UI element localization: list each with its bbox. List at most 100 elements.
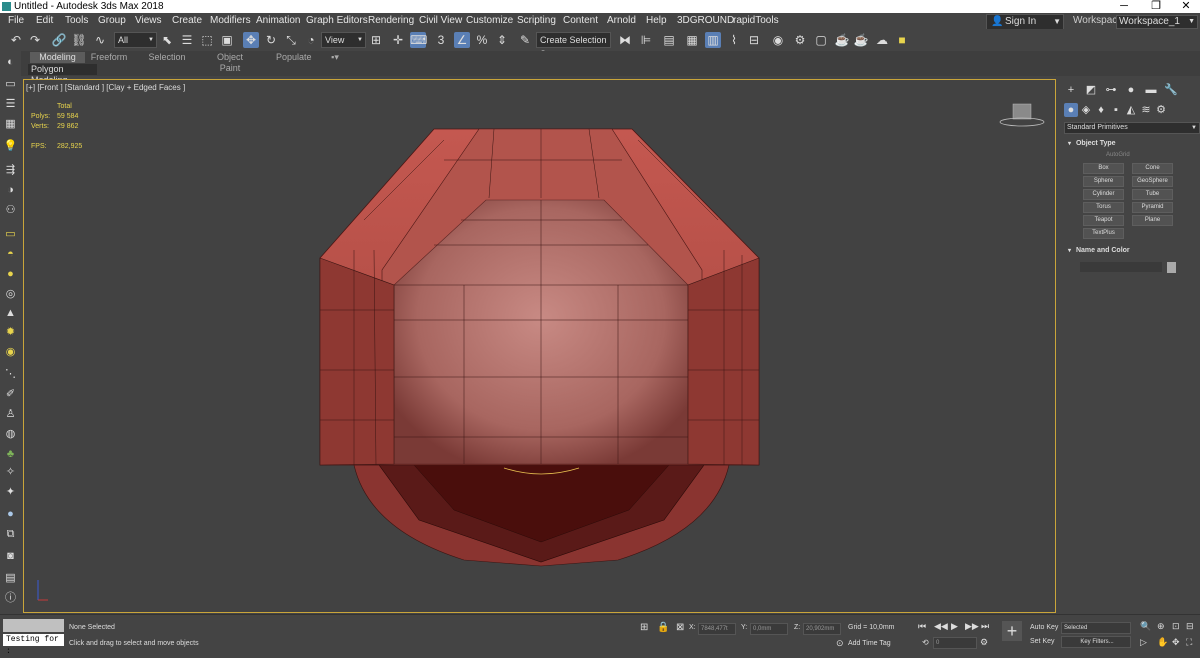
pyramid-button[interactable]: Pyramid	[1132, 202, 1173, 213]
textplus-button[interactable]: TextPlus	[1083, 228, 1124, 239]
ribbon-options-icon[interactable]: ▪▾	[325, 52, 345, 63]
goto-end-icon[interactable]: ⏭	[981, 621, 989, 632]
maxscript-listener-output[interactable]	[3, 619, 64, 632]
auto-key-button[interactable]: Auto Key	[1030, 624, 1058, 631]
menu-modifiers[interactable]: Modifiers	[210, 13, 251, 29]
key-mode-select[interactable]: Selected	[1061, 622, 1131, 634]
camera-icon[interactable]: ⇶	[3, 163, 18, 178]
menu-animation[interactable]: Animation	[256, 13, 300, 29]
viewport-canvas[interactable]	[24, 80, 1056, 613]
align-icon[interactable]: ⊫	[638, 32, 654, 48]
globe-icon[interactable]: ◍	[3, 427, 18, 442]
autogrid-checkbox[interactable]: AutoGrid	[1106, 152, 1130, 158]
minimize-button[interactable]: ─	[1112, 0, 1136, 13]
teapot-button[interactable]: Teapot	[1083, 215, 1124, 226]
select-by-name-icon[interactable]: ☰	[179, 32, 195, 48]
menu-civil-view[interactable]: Civil View	[419, 13, 462, 29]
render-setup-icon[interactable]: ⚙	[792, 32, 808, 48]
toggle-layer-explorer-icon[interactable]: ▦	[684, 32, 700, 48]
zoom-extents-icon[interactable]: ⊡	[1172, 621, 1180, 632]
edit-named-selection-icon[interactable]: ✎	[517, 32, 533, 48]
percent-snap-icon[interactable]: %	[474, 32, 490, 48]
create-tab-icon[interactable]: +	[1064, 83, 1078, 97]
helmet-model[interactable]	[319, 128, 760, 567]
cameras-icon[interactable]: ▪	[1109, 103, 1123, 117]
maxscript-mini-listener[interactable]: Testing for :	[3, 634, 64, 656]
circle-icon[interactable]: ◉	[3, 345, 18, 360]
viewport-label[interactable]: [+] [Front ] [Standard ] [Clay + Edged F…	[26, 83, 185, 92]
selection-filter-dropdown[interactable]: All ▼	[114, 32, 157, 48]
select-and-scale-icon[interactable]: ⤡	[283, 32, 299, 48]
torus-icon[interactable]: ◎	[3, 287, 18, 302]
select-and-rotate-icon[interactable]: ↻	[263, 32, 279, 48]
cylinder-button[interactable]: Cylinder	[1083, 189, 1124, 200]
material-sphere-icon[interactable]: ●	[3, 507, 18, 522]
viewport-front[interactable]: [+] [Front ] [Standard ] [Clay + Edged F…	[23, 79, 1056, 613]
render-iterative-icon[interactable]: ☕	[853, 32, 869, 48]
torus-button[interactable]: Torus	[1083, 202, 1124, 213]
layers-icon[interactable]: ⧉	[3, 527, 18, 542]
polygon-modeling-panel[interactable]: Polygon Modeling	[28, 64, 97, 85]
select-and-place-icon[interactable]: ◔	[303, 32, 319, 48]
paint-icon[interactable]: ✐	[3, 387, 18, 402]
menu-content[interactable]: Content	[563, 13, 598, 29]
menu-edit[interactable]: Edit	[36, 13, 53, 29]
render-production-icon[interactable]: ☕	[834, 32, 850, 48]
helpers-icon[interactable]: ◭	[1124, 103, 1138, 117]
object-icon[interactable]: ✦	[3, 485, 18, 500]
object-name-field[interactable]	[1080, 262, 1162, 272]
bind-space-warp-icon[interactable]: ∿	[92, 32, 108, 48]
zoom-all-icon[interactable]: ⊕	[1157, 621, 1165, 632]
foliage-icon[interactable]: ♣	[3, 447, 18, 462]
menu-rendering[interactable]: Rendering	[368, 13, 414, 29]
light-icon[interactable]: 💡	[3, 139, 18, 154]
render-in-cloud-icon[interactable]: ☁	[874, 32, 890, 48]
x-coordinate-field[interactable]: 7848,477t	[698, 623, 736, 635]
prev-frame-icon[interactable]: ◀◀	[934, 621, 948, 632]
curve-editor-icon[interactable]: ⌇	[726, 32, 742, 48]
create-object-icon[interactable]: ◐	[3, 55, 18, 70]
systems-icon[interactable]: ⚙	[1154, 103, 1168, 117]
document-icon[interactable]: ▤	[3, 571, 18, 586]
geosphere-button[interactable]: GeoSphere	[1132, 176, 1173, 187]
tab-modeling[interactable]: Modeling	[30, 52, 85, 63]
key-filters-button[interactable]: Key Filters...	[1061, 636, 1131, 648]
select-and-manipulate-icon[interactable]: ✛	[390, 32, 406, 48]
select-and-move-icon[interactable]: ✥	[243, 32, 259, 48]
toggle-ribbon-icon[interactable]: ▥	[705, 32, 721, 48]
link-icon[interactable]: 🔗	[51, 32, 67, 48]
mirror-icon[interactable]: ⧓	[617, 32, 633, 48]
redo-icon[interactable]: ↷	[27, 32, 43, 48]
time-config-icon[interactable]: ⚙	[980, 637, 988, 648]
menu-views[interactable]: Views	[135, 13, 162, 29]
absolute-mode-icon[interactable]: ⊠	[676, 622, 684, 633]
helper-icon[interactable]: ◑	[3, 183, 18, 198]
goto-start-icon[interactable]: ⏮	[918, 621, 926, 632]
tube-button[interactable]: Tube	[1132, 189, 1173, 200]
tab-freeform[interactable]: Freeform	[88, 52, 130, 63]
menu-group[interactable]: Group	[98, 13, 126, 29]
undo-icon[interactable]: ↶	[8, 32, 24, 48]
tab-object-paint[interactable]: Object Paint	[206, 52, 254, 73]
layer-manager-icon[interactable]: ▦	[3, 117, 18, 132]
utilities-tab-icon[interactable]: 🔧	[1164, 83, 1178, 97]
cone-icon[interactable]: ▲	[3, 306, 18, 321]
set-key-button[interactable]: Set Key	[1030, 638, 1055, 645]
zoom-icon[interactable]: 🔍	[1140, 621, 1151, 632]
material-editor-icon[interactable]: ◉	[770, 32, 786, 48]
field-of-view-icon[interactable]: ▷	[1140, 637, 1147, 648]
cone-button[interactable]: Cone	[1132, 163, 1173, 174]
keyboard-shortcut-override-icon[interactable]: ⌨	[410, 32, 427, 48]
sphere-icon[interactable]: ●	[3, 267, 18, 282]
workspace-select[interactable]: Workspace_1 ▼	[1116, 15, 1198, 29]
name-and-color-rollout[interactable]: ▾ Name and Color	[1064, 245, 1197, 257]
zoom-extents-all-icon[interactable]: ⊟	[1186, 621, 1194, 632]
grid-icon[interactable]: ⋱	[3, 367, 18, 382]
current-frame-field[interactable]: 0	[933, 637, 977, 649]
orbit-icon[interactable]: ✥	[1172, 637, 1180, 648]
lights-icon[interactable]: ♦	[1094, 103, 1108, 117]
menu-customize[interactable]: Customize	[466, 13, 513, 29]
select-object-icon[interactable]: ⬉	[159, 32, 175, 48]
view-cube[interactable]	[999, 103, 1045, 127]
z-coordinate-field[interactable]: 20,902mm	[803, 623, 841, 635]
